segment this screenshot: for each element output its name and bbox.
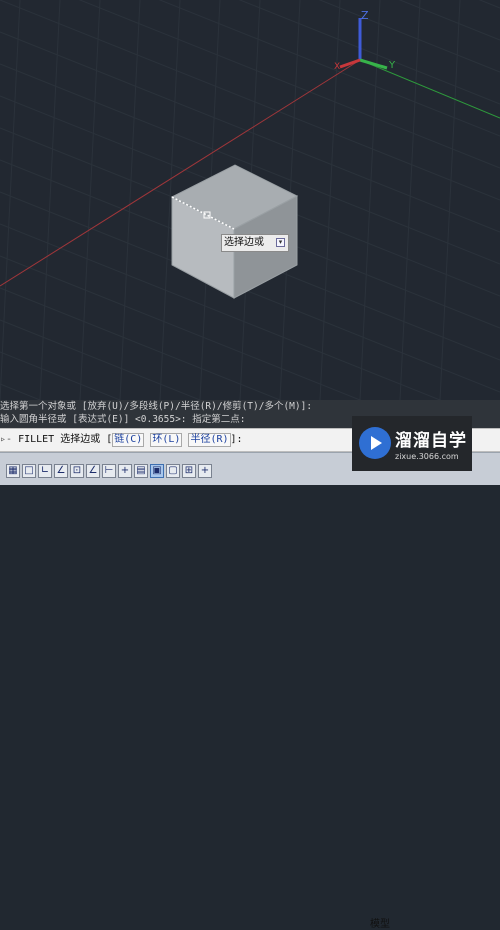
- grid-line: [0, 0, 21, 400]
- ducs-icon[interactable]: ⊢: [102, 464, 116, 478]
- watermark-logo: 溜溜自学 zixue.3066.com: [352, 416, 472, 471]
- tooltip-text: 选择边或: [224, 237, 264, 248]
- watermark-title: 溜溜自学: [395, 431, 467, 451]
- grid-icon[interactable]: ▦: [6, 464, 20, 478]
- history-line: 选择第一个对象或 [放弃(U)/多段线(P)/半径(R)/修剪(T)/多个(M)…: [0, 401, 313, 412]
- grid-line: [79, 0, 101, 400]
- ucs-z-label: Z: [361, 9, 369, 22]
- selection-cycling-icon[interactable]: ▢: [166, 464, 180, 478]
- y-axis-line: [359, 59, 500, 119]
- grid-line: [398, 0, 500, 41]
- dynamic-input-tooltip: 选择边或 ▾: [221, 234, 289, 252]
- dyn-icon[interactable]: +: [118, 464, 132, 478]
- watermark-url: zixue.3066.com: [395, 452, 459, 461]
- command-suffix: ]:: [230, 434, 243, 445]
- grid-line: [319, 0, 341, 400]
- grid-line: [0, 383, 42, 400]
- ucs-x-label: X: [334, 62, 340, 72]
- expand-arrow-icon[interactable]: ▾: [276, 238, 285, 247]
- ucs-y-arrow: [359, 58, 388, 70]
- annotation-monitor-icon[interactable]: ⊞: [182, 464, 196, 478]
- command-prefix-icon: ▹-: [0, 434, 13, 445]
- option-radius[interactable]: 半径(R): [188, 433, 231, 447]
- ucs-y-label: Y: [388, 60, 396, 71]
- snap-icon[interactable]: □: [22, 464, 36, 478]
- play-logo-icon: [359, 427, 391, 459]
- grid-line: [238, 0, 500, 105]
- polar-icon[interactable]: ∠: [54, 464, 68, 478]
- option-loop[interactable]: 环(L): [150, 433, 183, 447]
- lineweight-icon[interactable]: ▤: [134, 464, 148, 478]
- grid-line: [0, 351, 122, 400]
- viewport-canvas[interactable]: Z Y X: [0, 0, 500, 400]
- ortho-icon[interactable]: ∟: [38, 464, 52, 478]
- otrack-icon[interactable]: ∠: [86, 464, 100, 478]
- ucs-icon: Z Y X: [334, 9, 396, 72]
- grid-line: [0, 0, 500, 201]
- plus-icon[interactable]: +: [198, 464, 212, 478]
- 3d-viewport[interactable]: Z Y X 选择边或 ▾: [0, 0, 500, 400]
- grid-line: [399, 0, 421, 400]
- osnap-icon[interactable]: ⊡: [70, 464, 84, 478]
- grid-line: [0, 287, 282, 400]
- model-space-tab[interactable]: 模型: [370, 915, 390, 930]
- option-chain[interactable]: 链(C): [112, 433, 145, 447]
- grid-line: [78, 0, 500, 169]
- command-prompt: FILLET 选择边或 [: [18, 434, 113, 445]
- transparency-icon[interactable]: ▣: [150, 464, 164, 478]
